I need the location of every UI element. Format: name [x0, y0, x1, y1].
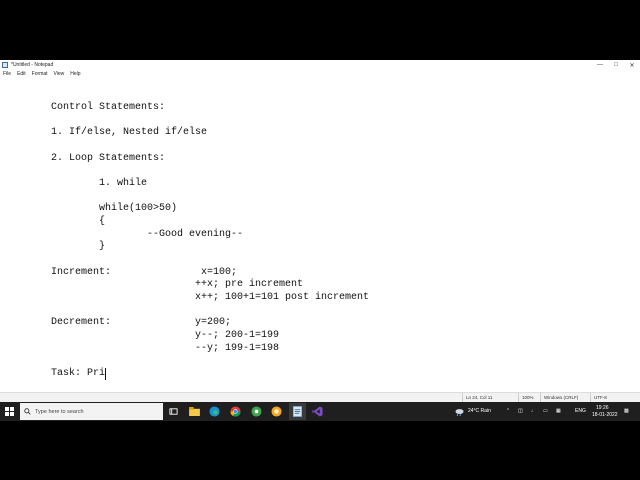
encoding: UTF-8 [590, 393, 607, 402]
menu-bar: File Edit Format View Help [0, 70, 640, 78]
text-line: while(100>50) [51, 203, 178, 214]
taskbar: Type here to search 24°C Rain ⌃ ◫ ♩ ▭ ▦ … [0, 402, 640, 421]
notepad-icon [2, 62, 8, 68]
text-caret [105, 368, 106, 380]
status-bar: Ln 24, Col 11 100% Windows (CRLF) UTF-8 [0, 392, 640, 402]
text-line: x++; 100+1=101 post increment [51, 292, 370, 303]
window-controls: — □ ✕ [592, 60, 640, 70]
clock-date[interactable]: 18-01-2022 [592, 412, 618, 418]
windows-start-button[interactable] [5, 407, 14, 416]
notifications-icon[interactable]: ▩ [624, 408, 629, 414]
close-button[interactable]: ✕ [624, 60, 640, 70]
menu-view[interactable]: View [51, 71, 68, 77]
text-line: ++x; pre increment [51, 279, 304, 290]
zoom-level: 100% [518, 393, 534, 402]
weather-rain-icon[interactable] [455, 405, 464, 418]
maximize-button[interactable]: □ [608, 60, 624, 70]
clock-time[interactable]: 19:26 [596, 405, 609, 411]
language-indicator[interactable]: ENG [575, 408, 586, 414]
screen: *Untitled - Notepad — □ ✕ File Edit Form… [0, 60, 640, 421]
edge-icon[interactable] [208, 405, 221, 418]
text-line: } [51, 241, 106, 252]
visual-studio-icon[interactable] [311, 405, 324, 418]
chevron-up-icon[interactable]: ⌃ [506, 408, 510, 414]
notepad-taskbar-icon[interactable] [291, 405, 304, 418]
menu-edit[interactable]: Edit [14, 71, 29, 77]
menu-file[interactable]: File [0, 71, 14, 77]
tray-app-icon[interactable]: ▦ [556, 408, 561, 414]
menu-help[interactable]: Help [67, 71, 83, 77]
text-line: 1. while [51, 178, 148, 189]
minimize-button[interactable]: — [592, 60, 608, 70]
network-icon[interactable]: ◫ [518, 408, 523, 414]
taskbar-search-box[interactable]: Type here to search [20, 403, 163, 420]
text-line: --y; 199-1=198 [51, 343, 280, 354]
green-app-icon[interactable] [250, 405, 263, 418]
text-line: 2. Loop Statements: [51, 153, 166, 164]
text-line: { [51, 216, 106, 227]
text-line: Control Statements: [51, 102, 166, 113]
task-view-icon[interactable] [167, 405, 180, 418]
text-line: Decrement: y=200; [51, 317, 232, 328]
window-title: *Untitled - Notepad [11, 62, 54, 68]
text-line: Task: Pri [51, 368, 106, 379]
file-explorer-icon[interactable] [188, 405, 201, 418]
search-icon [24, 408, 31, 415]
line-ending: Windows (CRLF) [540, 393, 578, 402]
text-line: 1. If/else, Nested if/else [51, 127, 208, 138]
chrome-icon[interactable] [229, 405, 242, 418]
text-line: Increment: x=100; [51, 267, 238, 278]
text-editor[interactable]: Control Statements: 1. If/else, Nested i… [0, 78, 640, 408]
menu-format[interactable]: Format [29, 71, 51, 77]
search-placeholder: Type here to search [35, 408, 84, 415]
battery-icon[interactable]: ▭ [543, 408, 548, 414]
volume-icon[interactable]: ♩ [531, 408, 536, 414]
text-line: y--; 200-1=199 [51, 330, 280, 341]
orange-app-icon[interactable] [270, 405, 283, 418]
title-bar: *Untitled - Notepad — □ ✕ [0, 60, 640, 70]
weather-text[interactable]: 24°C Rain [468, 408, 491, 414]
cursor-position: Ln 24, Col 11 [462, 393, 492, 402]
text-line: --Good evening-- [51, 229, 244, 240]
